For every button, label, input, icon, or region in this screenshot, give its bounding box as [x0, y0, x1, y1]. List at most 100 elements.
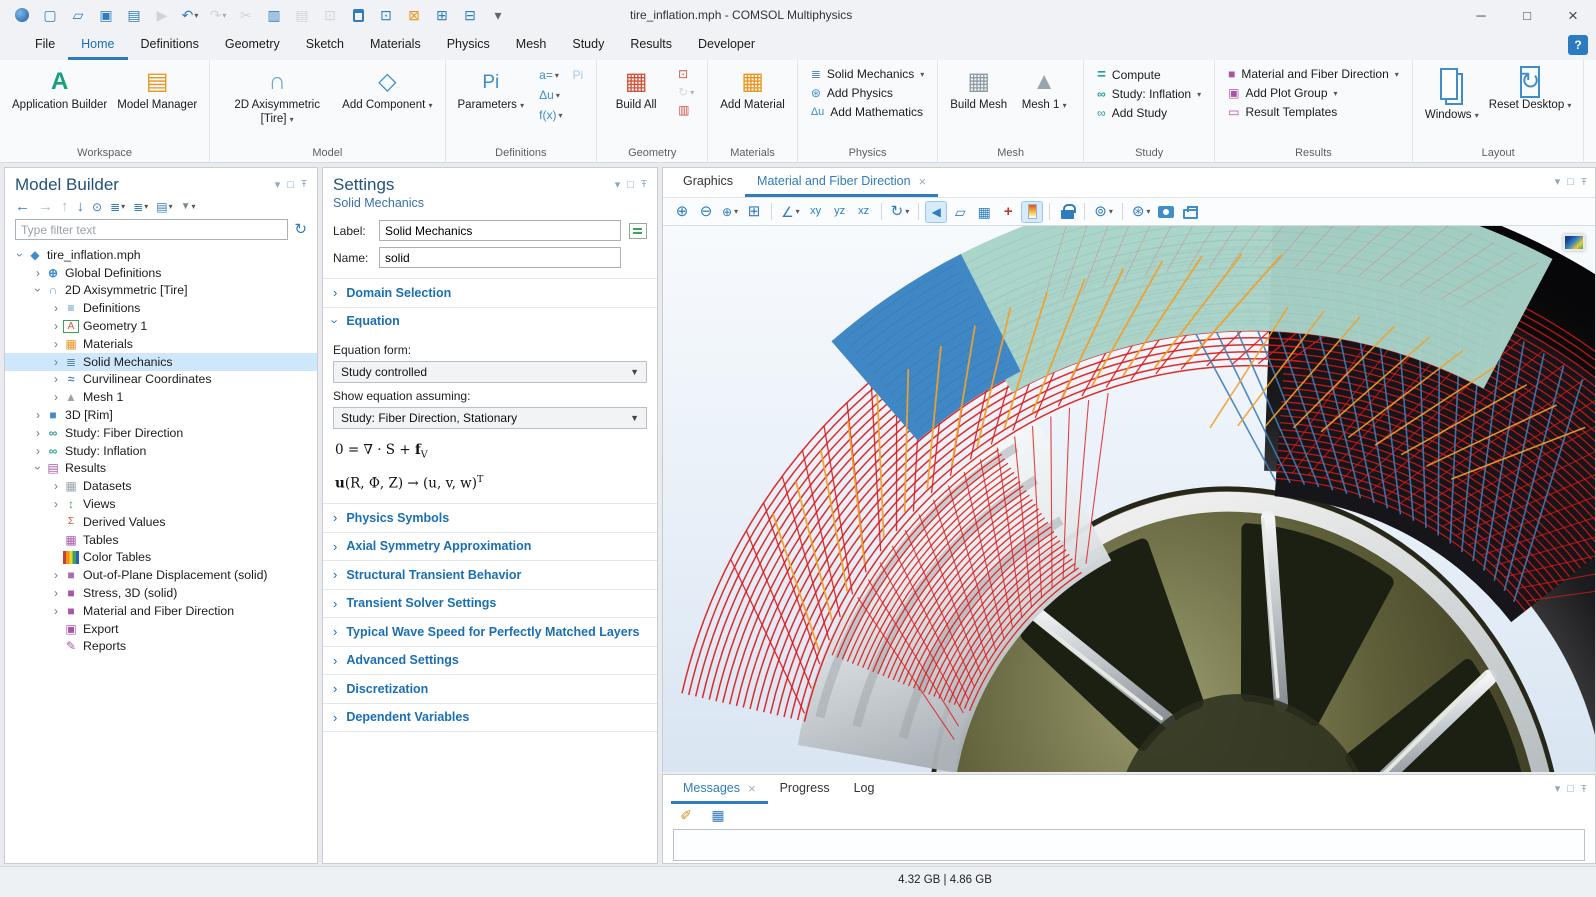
ribbon-button-build-mesh[interactable]: ▦Build Mesh [946, 62, 1011, 114]
collapse-all-button[interactable]: ≣▾ [133, 201, 148, 213]
render-options-button[interactable]: ◀ [925, 201, 947, 223]
cut-button[interactable]: ✂ [234, 3, 258, 27]
tree-item-2d-axisymmetric-tire[interactable]: ›∩2D Axisymmetric [Tire] [5, 282, 317, 300]
ribbon-button-add-plot-group[interactable]: ▣Add Plot Group▾ [1223, 84, 1342, 102]
ribbon-button-windows[interactable]: Windows ▾ [1421, 62, 1483, 124]
view-orientation-button[interactable]: ∠▾ [778, 201, 803, 223]
ribbon-button-solid-mechanics[interactable]: ≣Solid Mechanics▾ [806, 65, 929, 83]
tree-item-geometry-1[interactable]: ›AGeometry 1 [5, 317, 317, 335]
pane-collapse-icon[interactable]: ▾ [1555, 784, 1561, 795]
tree-item-results[interactable]: ›▤Results [5, 460, 317, 478]
tree-expand-icon[interactable]: › [49, 604, 63, 618]
section-axial-symmetry-approximation[interactable]: ›Axial Symmetry Approximation [323, 532, 657, 561]
section-dependent-variables[interactable]: ›Dependent Variables [323, 703, 657, 732]
tree-expand-icon[interactable]: › [49, 568, 63, 582]
rotate-view-button[interactable]: ↻▾ [888, 201, 913, 223]
zoom-in-button[interactable]: ⊕ [671, 201, 693, 223]
ribbon-button-compute[interactable]: =Compute [1092, 65, 1165, 84]
tree-item-3d-rim[interactable]: ›■3D [Rim] [5, 406, 317, 424]
move-down-button[interactable]: ↓ [77, 199, 85, 214]
tree-expand-icon[interactable]: › [49, 586, 63, 600]
qat-overflow-button[interactable]: ▾ [486, 3, 510, 27]
grid-button[interactable]: ▦ [973, 201, 995, 223]
redo-button[interactable]: ↷▾ [206, 3, 230, 27]
pane-collapse-icon[interactable]: ▾ [615, 180, 621, 191]
tree-item-color-tables[interactable]: Color Tables [5, 549, 317, 567]
graphics-tab-graphics[interactable]: Graphics [671, 168, 745, 197]
menu-definitions[interactable]: Definitions [128, 30, 212, 60]
close-button[interactable]: × [1550, 0, 1596, 30]
section-discretization[interactable]: ›Discretization [323, 674, 657, 703]
paste-ref-button[interactable]: ⊡ [318, 3, 342, 27]
menu-results[interactable]: Results [617, 30, 685, 60]
menu-sketch[interactable]: Sketch [293, 30, 357, 60]
ribbon-button-virtual-operations-icon[interactable]: ▥ [675, 103, 697, 117]
tree-item-tables[interactable]: ▦Tables [5, 531, 317, 549]
ribbon-button-material-and-fiber-direction[interactable]: ■Material and Fiber Direction▾ [1223, 65, 1404, 83]
nav-back-button[interactable]: ← [15, 199, 30, 214]
tree-expand-icon[interactable]: › [31, 283, 45, 297]
zoom-box-button[interactable]: ⊕▾ [719, 201, 741, 223]
menu-file[interactable]: File [22, 30, 68, 60]
ribbon-button-add-component[interactable]: ◇Add Component ▾ [338, 62, 436, 114]
tree-expand-icon[interactable]: › [31, 266, 45, 280]
maximize-button[interactable]: □ [1504, 0, 1550, 30]
tree-item-study-fiber-direction[interactable]: ›∞Study: Fiber Direction [5, 424, 317, 442]
tree-expand-icon[interactable]: › [49, 497, 63, 511]
paste-button[interactable]: ▤ [290, 3, 314, 27]
tree-item-study-inflation[interactable]: ›∞Study: Inflation [5, 442, 317, 460]
tree-expand-icon[interactable]: › [49, 301, 63, 315]
ribbon-button-f-x[interactable]: f(x)▾ [536, 107, 565, 123]
close-tab-icon[interactable]: × [748, 781, 756, 796]
table-settings-button[interactable]: ▦ [707, 804, 729, 826]
tree-item-out-of-plane-displacement-solid[interactable]: ›■Out-of-Plane Displacement (solid) [5, 566, 317, 584]
ribbon-button-add-material[interactable]: ▦Add Material [716, 62, 789, 114]
tree-item-curvilinear-coordinates[interactable]: ›≈Curvilinear Coordinates [5, 371, 317, 389]
minimize-button[interactable]: ─ [1458, 0, 1504, 30]
tree-expand-icon[interactable]: › [49, 319, 63, 333]
tree-item-stress-3d-solid[interactable]: ›■Stress, 3D (solid) [5, 584, 317, 602]
undo-button[interactable]: ↶▾ [178, 3, 202, 27]
ribbon-button-insert-sequence-icon[interactable]: ⊡ [675, 67, 697, 81]
print-button[interactable] [1179, 201, 1201, 223]
ribbon-button-reset-desktop[interactable]: Reset Desktop ▾ [1485, 62, 1576, 114]
tree-item-tire-inflation-mph[interactable]: ›◆tire_inflation.mph [5, 246, 317, 264]
show-equation-dropdown[interactable]: Study: Fiber Direction, Stationary ▼ [333, 407, 647, 429]
delete-button[interactable] [346, 3, 370, 27]
menu-materials[interactable]: Materials [357, 30, 434, 60]
tree-item-views[interactable]: ›↕Views [5, 495, 317, 513]
ribbon-button-u[interactable]: Δu▾ [536, 87, 565, 103]
refresh-filter-icon[interactable]: ↻ [294, 222, 307, 237]
move-up-button[interactable]: ↑ [61, 199, 69, 214]
menu-developer[interactable]: Developer [685, 30, 768, 60]
messages-tab-log[interactable]: Log [842, 775, 887, 804]
view-yz-button[interactable]: yz [829, 201, 851, 223]
save-as-button[interactable]: ▤ [122, 3, 146, 27]
ribbon-button-build-all[interactable]: ▦Build All [605, 62, 667, 114]
tree-view-button[interactable]: ▤▾ [156, 201, 172, 213]
new-file-button[interactable]: ▢ [38, 3, 62, 27]
pane-pin-icon[interactable]: Ŧ [1581, 178, 1587, 188]
tree-expand-icon[interactable]: › [49, 337, 63, 351]
tree-item-material-and-fiber-direction[interactable]: ›■Material and Fiber Direction [5, 602, 317, 620]
pane-float-icon[interactable]: □ [627, 180, 634, 191]
ribbon-button-rebuild-icon[interactable]: ↻▾ [675, 85, 697, 99]
section-transient-solver-settings[interactable]: ›Transient Solver Settings [323, 589, 657, 618]
section-advanced-settings[interactable]: ›Advanced Settings [323, 646, 657, 675]
comsol-logo-button[interactable] [10, 3, 34, 27]
appearance-button[interactable]: ⊚▾ [1091, 201, 1116, 223]
tree-expand-icon[interactable]: › [49, 372, 63, 386]
menu-physics[interactable]: Physics [434, 30, 503, 60]
messages-tab-messages[interactable]: Messages× [671, 775, 768, 804]
tree-expand-icon[interactable]: › [49, 479, 63, 493]
rename-indicator-icon[interactable] [629, 223, 647, 239]
ribbon-button-a[interactable]: a=▾ [536, 67, 565, 83]
graphics-canvas[interactable] [663, 226, 1595, 772]
scene-box-button[interactable]: ▱ [949, 201, 971, 223]
pane-pin-icon[interactable]: Ŧ [641, 180, 647, 191]
tree-item-derived-values[interactable]: ΣDerived Values [5, 513, 317, 531]
tree-filter-input[interactable] [15, 219, 288, 240]
menu-home[interactable]: Home [68, 30, 127, 60]
zoom-selected-button[interactable]: ⊞ [430, 3, 454, 27]
tree-expand-icon[interactable]: › [31, 426, 45, 440]
